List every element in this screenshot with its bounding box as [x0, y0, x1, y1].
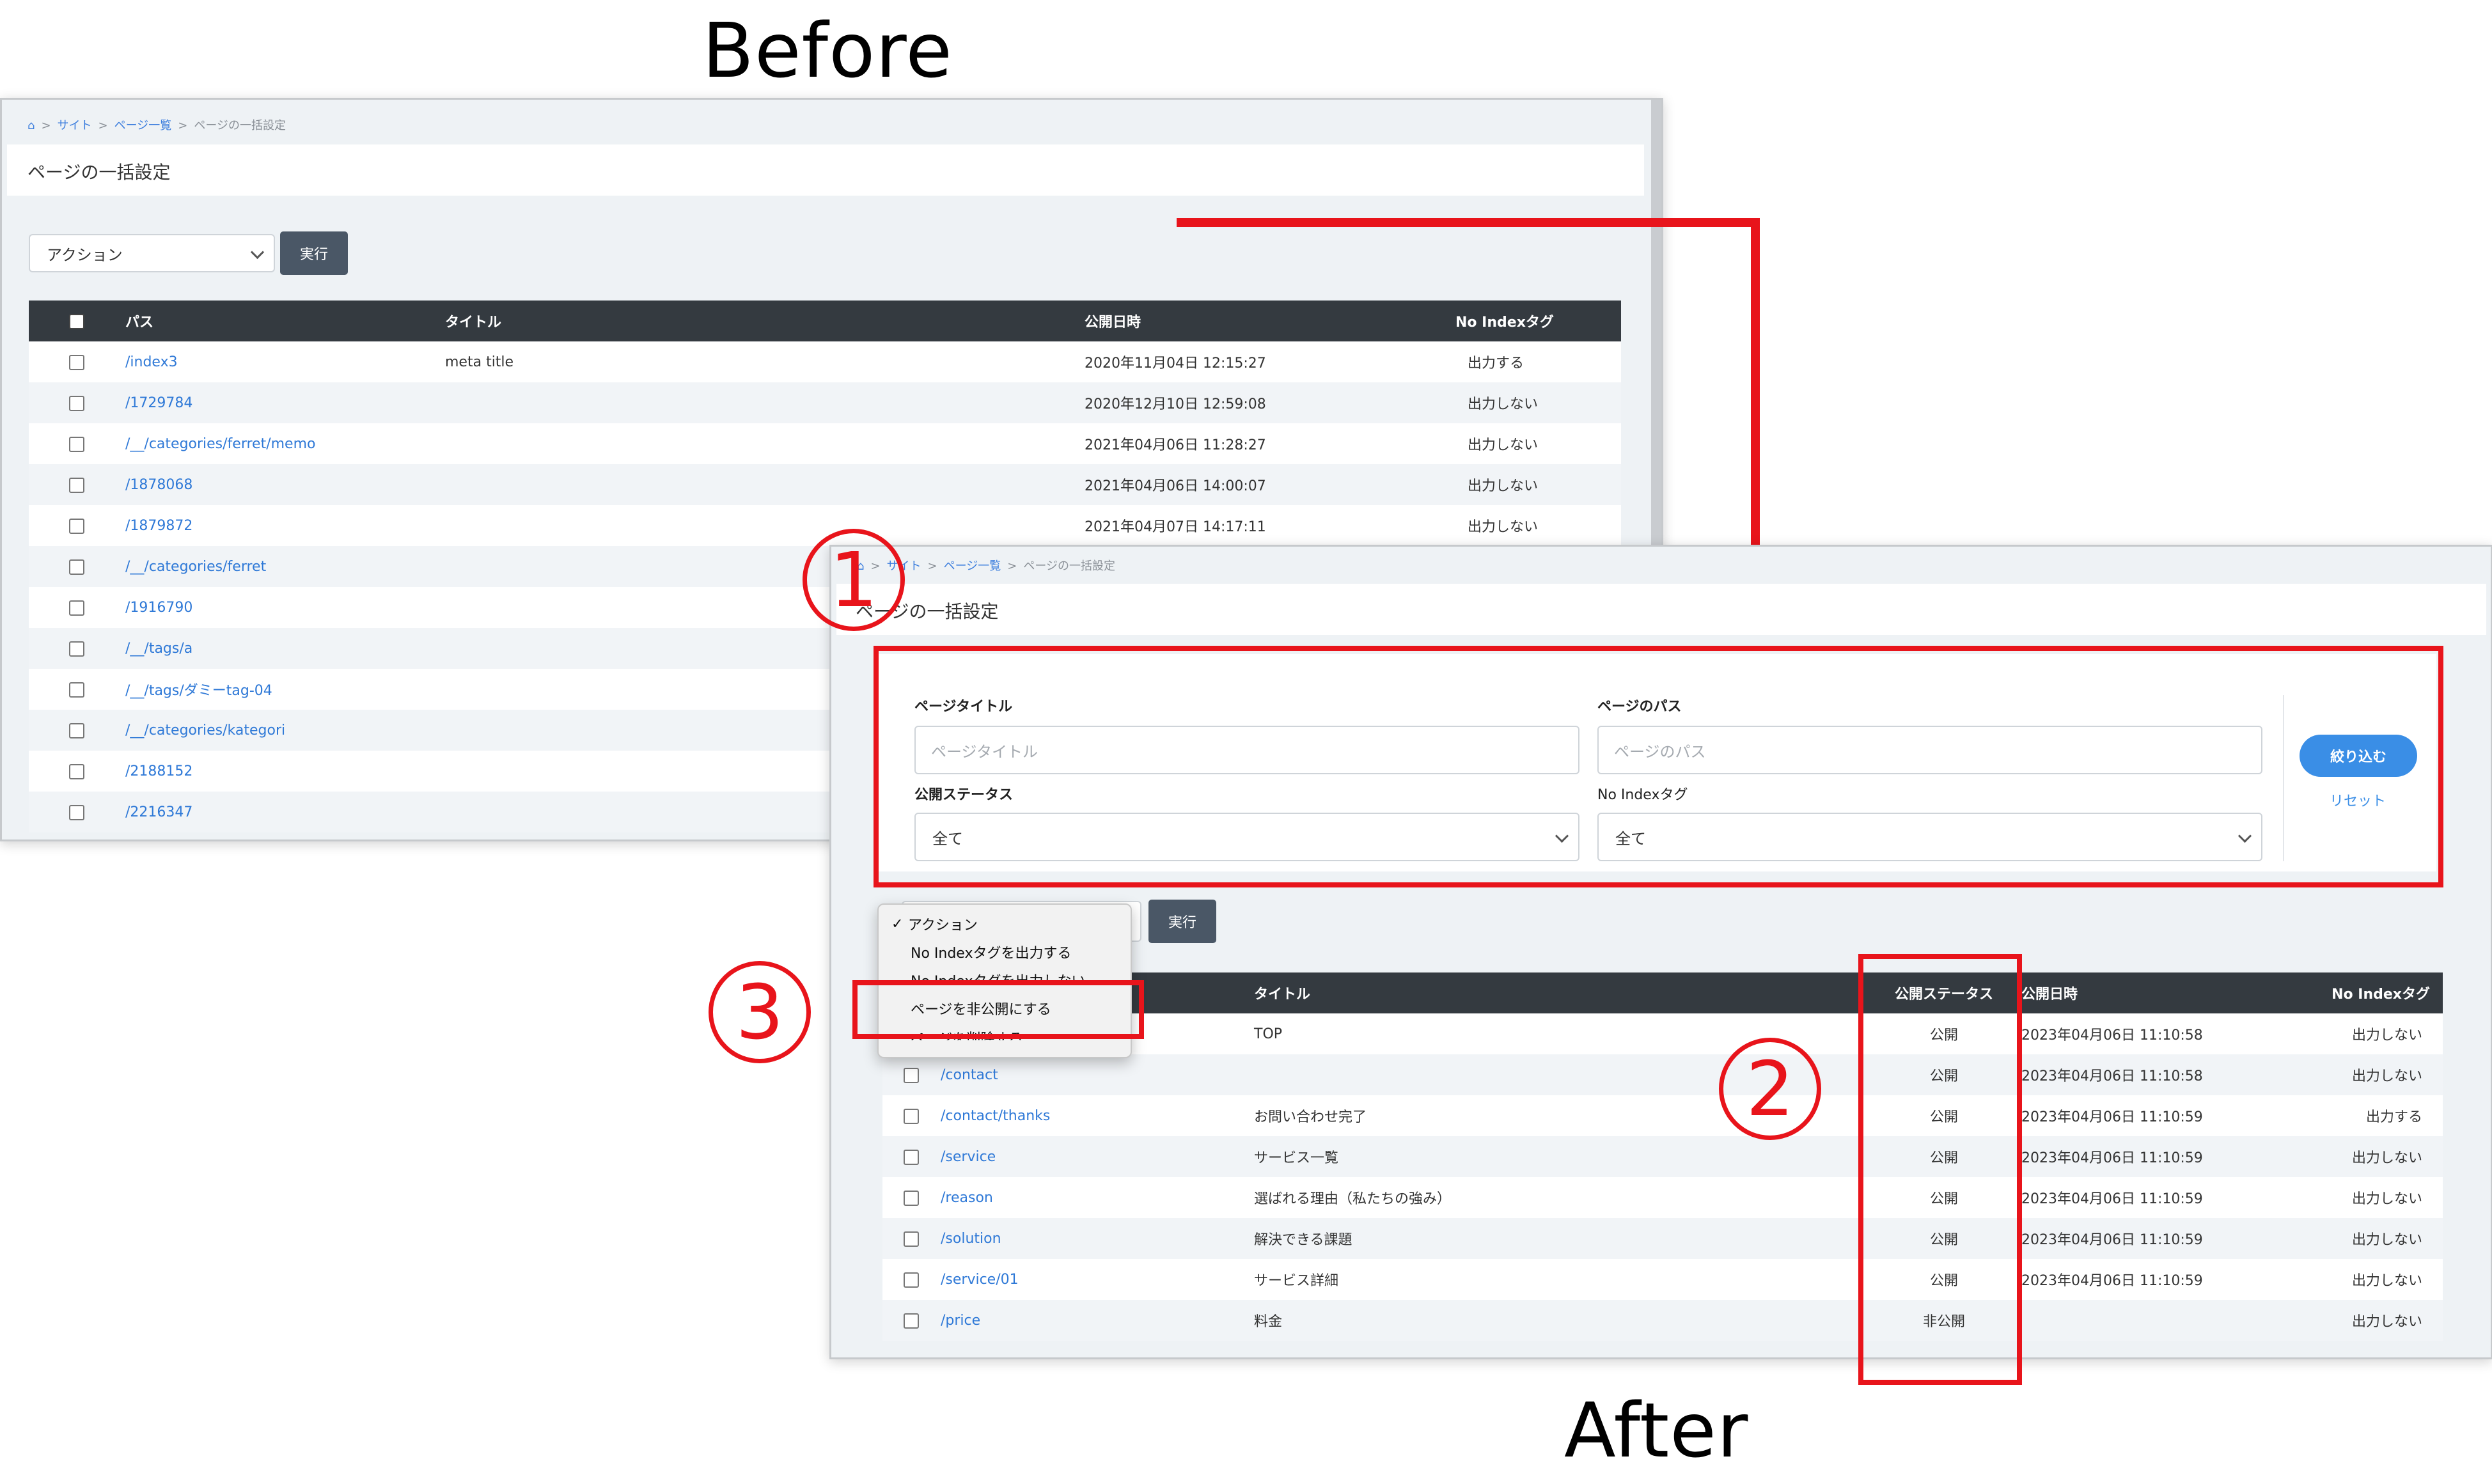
- row-checkbox[interactable]: [904, 1149, 919, 1165]
- date-cell: 2023年04月06日 11:10:59: [2021, 1259, 2276, 1300]
- path-link[interactable]: /contact: [940, 1054, 1253, 1095]
- row-checkbox[interactable]: [904, 1190, 919, 1206]
- path-link[interactable]: /service/01: [940, 1259, 1253, 1300]
- noindex-cell: 出力しない: [2276, 1218, 2443, 1259]
- table-row[interactable]: /reason 選ばれる理由（私たちの強み） 公開 2023年04月06日 11:10…: [882, 1177, 2443, 1218]
- path-link[interactable]: /reason: [940, 1177, 1253, 1218]
- unpublish-option-highlight: [852, 980, 1144, 1039]
- table-row[interactable]: /service サービス一覧 公開 2023年04月06日 11:10:59 出力しな…: [882, 1136, 2443, 1177]
- path-link[interactable]: /service: [940, 1136, 1253, 1177]
- date-cell: [2021, 1300, 2276, 1341]
- table-row[interactable]: /solution 解決できる課題 公開 2023年04月06日 11:10:59 出力…: [882, 1218, 2443, 1259]
- row-checkbox[interactable]: [904, 1272, 919, 1288]
- noindex-cell: 出力しない: [2276, 1300, 2443, 1341]
- annotation-number-two: 2: [1719, 1038, 1821, 1140]
- title-cell: 料金: [1253, 1300, 1867, 1341]
- title-cell: 選ばれる理由（私たちの強み）: [1253, 1177, 1867, 1218]
- table-row[interactable]: /contact 公開 2023年04月06日 11:10:58 出力しない: [882, 1054, 2443, 1095]
- noindex-cell: 出力しない: [2276, 1259, 2443, 1300]
- date-cell: 2023年04月06日 11:10:58: [2021, 1054, 2276, 1095]
- noindex-cell: 出力する: [2276, 1095, 2443, 1136]
- dropdown-item-noindex-output[interactable]: No Indexタグを出力する: [879, 942, 1131, 962]
- path-link[interactable]: /solution: [940, 1218, 1253, 1259]
- title-cell: 解決できる課題: [1253, 1218, 1867, 1259]
- path-link[interactable]: /contact/thanks: [940, 1095, 1253, 1136]
- date-cell: 2023年04月06日 11:10:59: [2021, 1136, 2276, 1177]
- row-checkbox[interactable]: [904, 1108, 919, 1124]
- date-cell: 2023年04月06日 11:10:59: [2021, 1177, 2276, 1218]
- noindex-cell: 出力しない: [2276, 1177, 2443, 1218]
- row-checkbox[interactable]: [904, 1313, 919, 1329]
- row-checkbox[interactable]: [904, 1231, 919, 1247]
- noindex-cell: 出力しない: [2276, 1054, 2443, 1095]
- row-checkbox[interactable]: [904, 1067, 919, 1083]
- run-button[interactable]: 実行: [1148, 900, 1216, 943]
- table-row[interactable]: /service/01 サービス詳細 公開 2023年04月06日 11:10:59 出…: [882, 1259, 2443, 1300]
- status-column-highlight: [1858, 954, 2022, 1385]
- column-header: No Indexタグ: [2276, 972, 2443, 1013]
- title-cell: サービス一覧: [1253, 1136, 1867, 1177]
- column-header: タイトル: [1253, 972, 1867, 1013]
- path-link[interactable]: /price: [940, 1300, 1253, 1341]
- table-row[interactable]: /price 料金 非公開 出力しない: [882, 1300, 2443, 1341]
- filter-panel-highlight: [874, 646, 2443, 887]
- date-cell: 2023年04月06日 11:10:59: [2021, 1095, 2276, 1136]
- breadcrumb-current: ページの一括設定: [1023, 559, 1115, 573]
- noindex-cell: 出力しない: [2276, 1013, 2443, 1054]
- table-row[interactable]: /contact/thanks お問い合わせ完了 公開 2023年04月06日 11:…: [882, 1095, 2443, 1136]
- page-header: [836, 584, 2486, 635]
- date-cell: 2023年04月06日 11:10:59: [2021, 1218, 2276, 1259]
- dropdown-item-action[interactable]: アクション: [879, 914, 1131, 934]
- noindex-cell: 出力しない: [2276, 1136, 2443, 1177]
- date-cell: 2023年04月06日 11:10:58: [2021, 1013, 2276, 1054]
- title-cell: サービス詳細: [1253, 1259, 1867, 1300]
- annotation-number-three: 3: [709, 961, 811, 1063]
- annotation-number-one: 1: [803, 529, 905, 631]
- column-header: 公開日時: [2021, 972, 2276, 1013]
- breadcrumb-page-list[interactable]: ページ一覧: [944, 559, 1001, 573]
